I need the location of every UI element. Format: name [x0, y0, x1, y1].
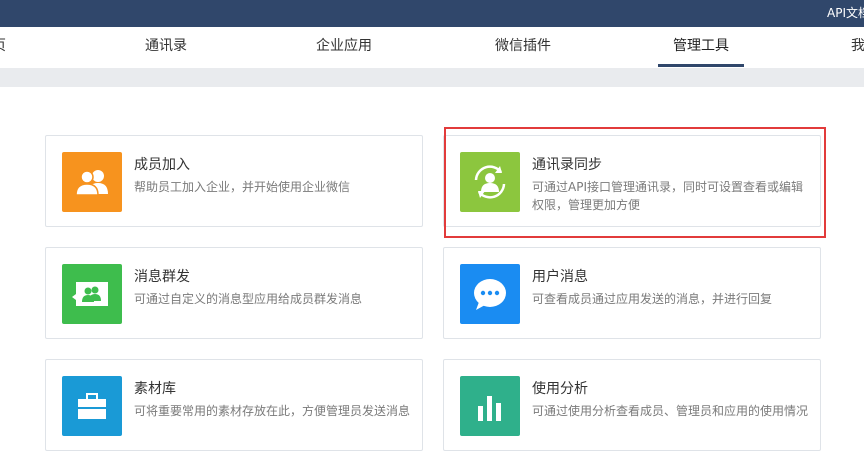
card-member-join[interactable]: 成员加入 帮助员工加入企业，并开始使用企业微信 [45, 135, 423, 227]
nav-item-partial-left[interactable]: 页 [0, 27, 6, 66]
nav-item-enterprise-apps[interactable]: 企业应用 [316, 27, 372, 66]
card-description: 可通过API接口管理通讯录，同时可设置查看或编辑权限，管理更加方便 [532, 180, 803, 212]
card-title: 成员加入 [134, 157, 190, 173]
nav-item-partial-right[interactable]: 我 [851, 27, 864, 66]
card-title: 使用分析 [532, 381, 588, 397]
card-title: 通讯录同步 [532, 157, 602, 173]
briefcase-icon [62, 376, 122, 436]
card-description: 帮助员工加入企业，并开始使用企业微信 [134, 180, 351, 194]
chat-icon [460, 264, 520, 324]
card-title: 用户消息 [532, 269, 588, 285]
bar-chart-icon [460, 376, 520, 436]
card-material-library[interactable]: 素材库 可将重要常用的素材存放在此，方便管理员发送消息 [45, 359, 423, 451]
card-description: 可通过使用分析查看成员、管理员和应用的使用情况 [532, 404, 809, 418]
card-title: 素材库 [134, 381, 176, 397]
card-user-messages[interactable]: 用户消息 可查看成员通过应用发送的消息，并进行回复 [443, 247, 821, 339]
nav-item-wechat-plugin[interactable]: 微信插件 [495, 27, 551, 66]
card-description: 可查看成员通过应用发送的消息，并进行回复 [532, 292, 773, 306]
main-nav: 页 通讯录 企业应用 微信插件 管理工具 我 [0, 27, 864, 69]
api-doc-link[interactable]: API文档 [827, 4, 864, 21]
broadcast-icon [62, 264, 122, 324]
card-description: 可通过自定义的消息型应用给成员群发消息 [134, 292, 363, 306]
card-title: 消息群发 [134, 269, 190, 285]
top-bar: API文档 [0, 0, 864, 27]
nav-item-management-tools[interactable]: 管理工具 [658, 27, 744, 67]
card-contacts-sync[interactable]: 通讯录同步 可通过API接口管理通讯录，同时可设置查看或编辑权限，管理更加方便 [443, 135, 821, 227]
card-usage-analytics[interactable]: 使用分析 可通过使用分析查看成员、管理员和应用的使用情况 [443, 359, 821, 451]
sync-icon [460, 152, 520, 212]
members-icon [62, 152, 122, 212]
card-description: 可将重要常用的素材存放在此，方便管理员发送消息 [134, 404, 411, 418]
section-divider [0, 68, 864, 87]
nav-item-contacts[interactable]: 通讯录 [145, 27, 187, 66]
card-message-broadcast[interactable]: 消息群发 可通过自定义的消息型应用给成员群发消息 [45, 247, 423, 339]
